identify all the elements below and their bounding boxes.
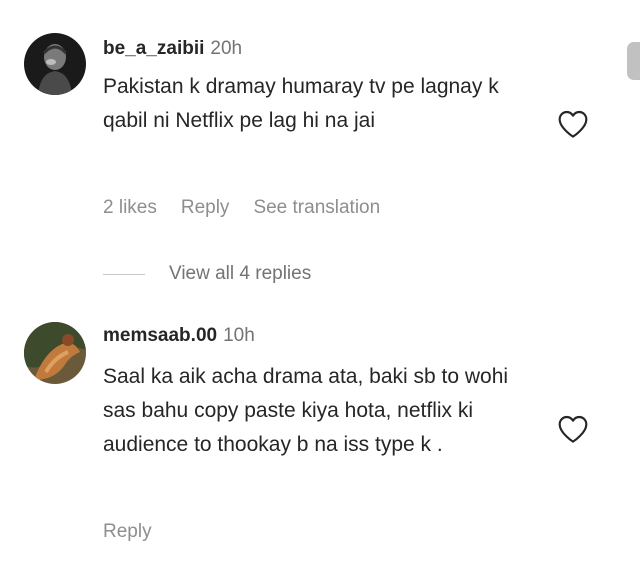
- replies-divider: [103, 273, 145, 275]
- view-replies-label[interactable]: View all 4 replies: [169, 262, 311, 286]
- heart-icon[interactable]: [557, 414, 589, 444]
- comment-text: Pakistan k dramay humaray tv pe lagnay k…: [103, 75, 499, 132]
- comment-actions: Reply: [103, 520, 176, 544]
- username-link[interactable]: memsaab.00: [103, 325, 217, 346]
- timestamp: 20h: [210, 38, 243, 59]
- likes-count-link[interactable]: 2 likes: [103, 197, 157, 218]
- see-translation-link[interactable]: See translation: [253, 197, 380, 218]
- comment-meta: be_a_zaibii 20h: [103, 37, 242, 61]
- reply-button[interactable]: Reply: [103, 521, 152, 542]
- avatar[interactable]: [24, 322, 86, 384]
- comment-text: Saal ka aik acha drama ata, baki sb to w…: [103, 365, 509, 456]
- username-link[interactable]: be_a_zaibii: [103, 38, 204, 59]
- comment-actions: 2 likes Reply See translation: [103, 196, 404, 220]
- comment-item: be_a_zaibii 20h Pakistan k dramay humaray…: [0, 0, 640, 300]
- scrollbar-thumb[interactable]: [627, 42, 640, 80]
- heart-icon[interactable]: [557, 109, 589, 139]
- comment-item: memsaab.00 10h Saal ka aik acha drama ata…: [0, 316, 640, 556]
- avatar[interactable]: [24, 33, 86, 95]
- timestamp: 10h: [223, 325, 255, 346]
- comment-meta: memsaab.00 10h: [103, 324, 255, 348]
- view-replies-toggle[interactable]: View all 4 replies: [103, 262, 311, 286]
- reply-button[interactable]: Reply: [181, 197, 230, 218]
